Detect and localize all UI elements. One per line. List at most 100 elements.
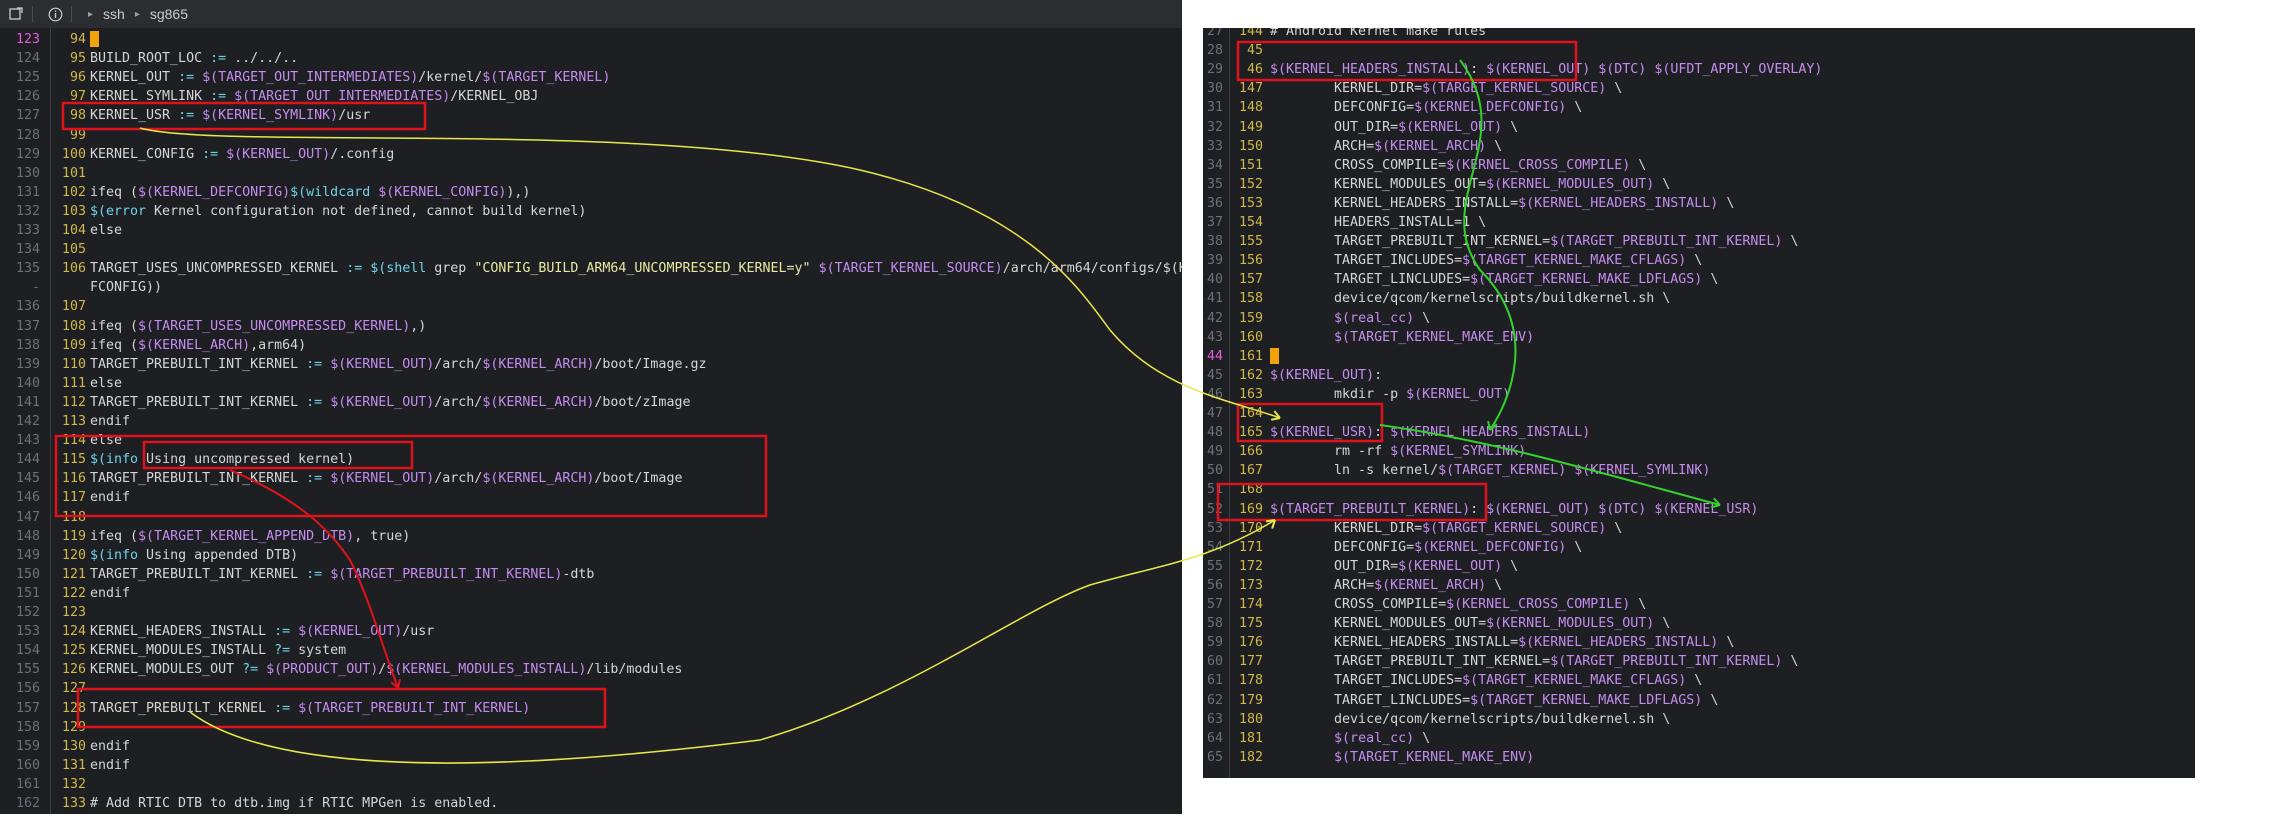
relative-line-number: 144 [1238,28,1263,39]
variable-token: $(KERNEL_MODULES_OUT) [1486,176,1655,192]
line-number: - [31,280,40,296]
relative-line-number: 46 [1246,62,1263,78]
relative-line-number: 107 [62,299,87,315]
function-token: $(shell [370,261,427,277]
new-tab-icon[interactable] [6,4,26,24]
line-number: 149 [15,547,40,563]
variable-token: $(KERNEL_OUT) [1486,501,1591,517]
titlebar-divider [32,6,33,22]
operator-token: ?= [242,662,259,678]
operator-token: := [306,471,323,487]
line-number: 44 [1206,348,1223,364]
line-number: 45 [1206,367,1223,383]
relative-line-number: 124 [62,624,87,640]
relative-line-number: 100 [62,146,87,162]
variable-token: $(KERNEL_OUT) [226,146,331,162]
line-number: 63 [1206,711,1223,727]
line-text: CROSS_COMPILE=$(KERNEL_CROSS_COMPILE) \ [1270,597,1647,612]
relative-line-number: 175 [1238,616,1263,632]
relative-line-number: 128 [62,700,87,716]
line-number: 37 [1206,215,1223,230]
variable-token: $(TARGET_KERNEL) [482,70,611,86]
relative-line-number: 122 [62,585,87,601]
line-number: 124 [15,51,40,67]
variable-token: $(TARGET_KERNEL_MAKE_LDFLAGS) [1470,272,1703,288]
variable-token: $(TARGET_KERNEL_MAKE_CFLAGS) [1462,673,1687,689]
line-number: 158 [15,719,40,735]
breadcrumb-host[interactable]: sg865 [150,6,188,22]
line-number: 40 [1206,272,1223,288]
relative-line-number: 170 [1238,520,1263,536]
line-number: 126 [15,89,40,105]
variable-token: $(KERNEL_OUT) [1398,558,1503,574]
breadcrumb-ssh[interactable]: ssh [103,6,125,22]
line-number: 38 [1206,234,1223,250]
line-text: $(real_cc) \ [1334,310,1431,326]
variable-token: $(TARGET_KERNEL) [1438,463,1567,479]
line-text: ARCH=$(KERNEL_ARCH) \ [1270,577,1503,593]
line-text: KERNEL_MODULES_OUT=$(KERNEL_MODULES_OUT)… [1270,176,1671,192]
line-number: 152 [15,605,40,620]
right-terminal-editor[interactable]: 27 144 # Android Kernel make rules 28 45 29 46… [1203,28,2195,778]
line-number: 58 [1206,616,1223,632]
variable-token: $(KERNEL_OUT) [1270,367,1375,383]
line-text: $(info Using appended DTB) [90,547,299,563]
variable-token: $(KERNEL_SYMLINK) [1390,444,1527,460]
line-text: KERNEL_HEADERS_INSTALL := $(KERNEL_OUT)/… [90,624,435,640]
line-number: 138 [15,337,40,353]
info-icon[interactable] [45,4,65,24]
line-number: 156 [15,681,40,697]
line-number: 39 [1206,253,1223,269]
line-text: DEFCONFIG=$(KERNEL_DEFCONFIG) \ [1270,539,1583,555]
line-number: 41 [1206,291,1223,307]
relative-line-number: 167 [1238,463,1263,479]
function-token: $(info [90,547,139,563]
variable-token: $(KERNEL_DEFCONFIG) [138,184,291,200]
line-number: 132 [15,203,40,219]
relative-line-number: 171 [1238,539,1263,555]
relative-line-number: 119 [62,528,87,544]
line-number: 162 [15,796,40,811]
line-number: 123 [15,32,40,47]
variable-token: $(TARGET_PREBUILT_INT_KERNEL) [1550,234,1783,250]
line-number: 142 [15,414,40,429]
operator-token: := [210,51,227,67]
variable-token: $(TARGET_PREBUILT_INT_KERNEL) [330,566,563,582]
line-number: 141 [15,394,40,410]
variable-token: $(KERNEL_OUT) [330,356,435,372]
line-text: $(real_cc) \ [1334,730,1431,746]
line-text: KERNEL_DIR=$(TARGET_KERNEL_SOURCE) \ [1270,520,1623,536]
line-text: FCONFIG)) [90,280,163,296]
relative-line-number: 159 [1238,310,1263,326]
operator-token: := [210,89,227,105]
left-terminal-editor[interactable]: ▸ ssh ▸ sg865 123 94 124 95 BUILD_ROOT_LOC :… [0,0,1182,814]
function-token: $(wildcard [290,184,371,200]
line-number: 139 [15,356,40,372]
chevron-right-icon: ▸ [88,8,94,20]
line-text: KERNEL_CONFIG := $(KERNEL_OUT)/.config [90,146,395,162]
relative-line-number: 121 [62,566,87,582]
variable-token: $(KERNEL_SYMLINK) [202,108,339,124]
terminal-titlebar: ▸ ssh ▸ sg865 [0,0,1182,28]
variable-token: $(KERNEL_HEADERS_INSTALL) [1518,635,1719,651]
line-text: # Add RTIC DTB to dtb.img if RTIC MPGen … [90,796,499,811]
function-token: $(error [90,203,147,219]
variable-token: $(TARGET_KERNEL_SOURCE) [1422,520,1607,536]
variable-token: $(TARGET_KERNEL_MAKE_CFLAGS) [1462,253,1687,269]
line-text: endif [90,490,131,506]
line-number: 137 [15,318,40,334]
relative-line-number: 176 [1238,635,1263,651]
line-number: 30 [1206,81,1223,97]
line-text: device/qcom/kernelscripts/buildkernel.sh… [1270,711,1671,727]
line-text: ifeq ($(KERNEL_DEFCONFIG)$(wildcard $(KE… [90,184,531,200]
relative-line-number: 178 [1238,673,1263,689]
relative-line-number: 180 [1238,711,1263,727]
variable-token: $(KERNEL_ARCH) [482,471,595,487]
line-text: KERNEL_MODULES_OUT ?= $(PRODUCT_OUT)/$(K… [90,662,683,678]
relative-line-number: 104 [62,223,87,238]
line-text: $(error Kernel configuration not defined… [90,203,587,219]
line-number: 50 [1206,463,1223,479]
operator-token: := [306,356,323,372]
line-text: $(KERNEL_HEADERS_INSTALL): $(KERNEL_OUT)… [1270,62,1823,78]
relative-line-number: 152 [1238,176,1263,192]
